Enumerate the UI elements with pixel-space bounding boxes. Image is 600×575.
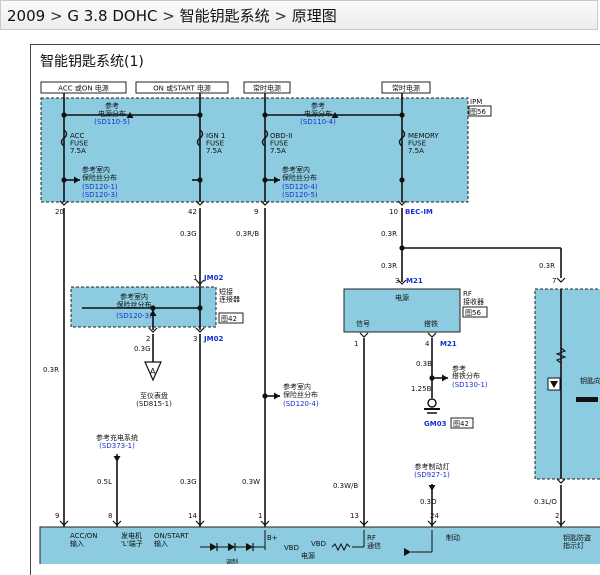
module-input-label: 电源 xyxy=(301,551,315,560)
wire-color-label: 0.5L xyxy=(97,478,112,486)
pin-number: 1 xyxy=(354,340,358,348)
junction-dot xyxy=(197,305,203,311)
jm02-ref: 图42 xyxy=(221,315,237,323)
ground-ref-label: 至仪表盘 xyxy=(140,391,168,400)
module-input-label: 发电机'L'端子 xyxy=(121,531,143,548)
module-input-label: VBD xyxy=(284,544,299,552)
power-source-label: ACC 或ON 电源 xyxy=(58,84,109,93)
junction-dot xyxy=(197,112,203,118)
rf-ref: 图56 xyxy=(465,309,481,317)
rf-receiver-title: 电源 xyxy=(395,293,409,302)
right-module-label: 钥匙向 xyxy=(580,376,600,385)
jm02-ref-code: (SD120-3) xyxy=(116,312,152,320)
wire-color-label: 0.3W/B xyxy=(333,482,358,490)
module-input-label: B+ xyxy=(267,534,278,542)
jm02-type: 短接连接器 xyxy=(219,287,240,304)
rf-receiver-signal: 信号 xyxy=(356,319,370,328)
rf-receiver-type: RF 接收器 xyxy=(463,290,484,306)
pin-number: 1 xyxy=(193,274,197,282)
pin-number: 20 xyxy=(55,208,64,216)
rf-receiver-ground: 搭铁 xyxy=(424,319,438,328)
connector-pin-icon xyxy=(556,277,566,283)
pin-number: 7 xyxy=(552,277,556,285)
wire-color-label: 0.3B xyxy=(416,360,432,368)
pin-number: 10 xyxy=(389,208,398,216)
wire-color-label: 0.3G xyxy=(180,230,197,238)
power-source-label: 常时电源 xyxy=(253,84,281,93)
fuse-ref-code: (SD120-4) xyxy=(283,400,319,408)
power-source-label: ON 或START 电源 xyxy=(153,84,211,93)
connector-pin-icon xyxy=(556,478,566,484)
module-input-label: 制动 xyxy=(446,533,460,542)
pin-number: 2 xyxy=(146,335,150,343)
wire-color-label: 0.3O xyxy=(420,498,437,506)
connector-pin-icon xyxy=(427,332,437,338)
ground-dist-code: (SD130-1) xyxy=(452,381,488,389)
bec-im-label: BEC-IM xyxy=(405,208,433,216)
junction-dot xyxy=(399,177,405,183)
pin-number: 8 xyxy=(108,512,112,520)
wire-color-label: 0.3G xyxy=(180,478,197,486)
connector-pin-icon xyxy=(359,332,369,338)
pin-number: 3 xyxy=(193,335,197,343)
wire-color-label: 0.3L/O xyxy=(534,498,557,506)
connector-letter: A xyxy=(150,367,156,376)
pin-number: 42 xyxy=(188,208,197,216)
gm03-label: GM03 xyxy=(424,420,447,428)
ref-code-link: (SD110-5) xyxy=(94,118,130,126)
charge-ref-code: (SD373-1) xyxy=(99,442,135,450)
pin-number: 24 xyxy=(430,512,439,520)
wire-color-label: 0.3R xyxy=(539,262,555,270)
wire-color-label: 0.3R xyxy=(381,262,397,270)
pin-number: 3 xyxy=(395,277,399,285)
wire-color-label: 0.3W xyxy=(242,478,260,486)
ground-dist-label: 参考搭铁分布 xyxy=(452,364,480,380)
wire-color-label: 0.3R/B xyxy=(236,230,259,238)
pin-number: 2 xyxy=(555,512,559,520)
module-input-label: VBD xyxy=(311,540,326,548)
wire-color-label: 1.25B xyxy=(411,385,432,393)
ipm-label: IPM xyxy=(470,98,482,106)
wire-color-label: 0.3R xyxy=(381,230,397,238)
fusebox-ref-code: (SD120-4) (SD120-5) xyxy=(282,183,318,199)
ground-icon xyxy=(427,398,437,408)
junction-dot xyxy=(61,112,67,118)
junction-dot xyxy=(399,112,405,118)
module-input-label: 调制 xyxy=(226,558,238,564)
jm02-label: JM02 xyxy=(203,274,223,282)
wire-color-label: 0.3R xyxy=(43,366,59,374)
gm03-ref: 图42 xyxy=(453,420,469,428)
wiring-schematic: ACC 或ON 电源 ON 或START 电源 常时电源 常时电源IPM图56参考电源… xyxy=(39,81,600,564)
charge-ref-label: 参考充电系统 xyxy=(96,433,138,442)
fuse-ref-label: 参考室内保险丝分布 xyxy=(283,382,318,399)
rf-receiver-code: M21 xyxy=(406,277,423,285)
junction-dot xyxy=(262,112,268,118)
jm02-ref-label: 参考室内保险丝分布 xyxy=(117,292,152,309)
pin-number: 13 xyxy=(350,512,359,520)
ref-arrow-icon xyxy=(274,392,280,400)
pin-number: 1 xyxy=(258,512,262,520)
pin-number: 4 xyxy=(425,340,430,348)
brake-ref-code: (SD927-1) xyxy=(414,471,450,479)
key-icon xyxy=(576,397,598,402)
fusebox-ref-code: (SD120-1) (SD120-3) xyxy=(82,183,118,199)
ref-arrow-icon xyxy=(442,374,448,382)
rf-receiver-code: M21 xyxy=(440,340,457,348)
power-source-label: 常时电源 xyxy=(392,84,420,93)
pin-number: 14 xyxy=(188,512,197,520)
brake-ref-label: 参考制动灯 xyxy=(415,462,450,471)
ground-ref-code: (SD815-1) xyxy=(136,400,172,408)
pin-number: 9 xyxy=(55,512,59,520)
pin-number: 9 xyxy=(254,208,258,216)
wire-color-label: 0.3G xyxy=(134,345,151,353)
ref-code-link: (SD110-4) xyxy=(300,118,336,126)
jm02-label: JM02 xyxy=(203,335,223,343)
ipm-ref: 图56 xyxy=(470,108,486,116)
